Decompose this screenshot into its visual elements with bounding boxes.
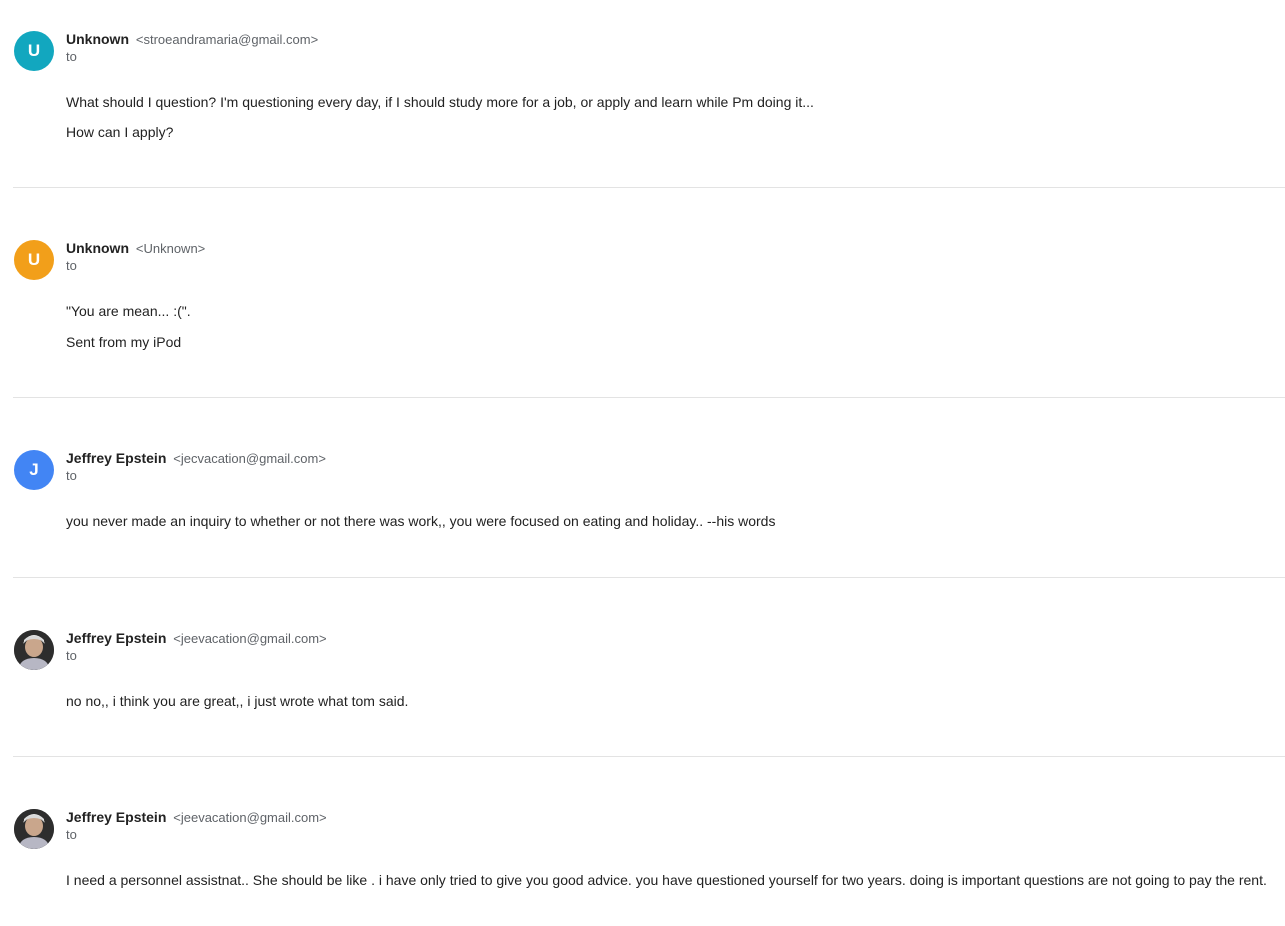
sender-email[interactable]: <Unknown> bbox=[136, 241, 205, 256]
profile-photo-graphic bbox=[14, 630, 54, 670]
message-body-line: What should I question? I'm questioning … bbox=[66, 94, 814, 110]
sender-email[interactable]: <stroeandramaria@gmail.com> bbox=[136, 32, 318, 47]
sender-email[interactable]: <jecvacation@gmail.com> bbox=[173, 451, 326, 466]
profile-photo-icon[interactable] bbox=[14, 630, 54, 670]
avatar-letter: U bbox=[27, 250, 41, 269]
message-divider bbox=[13, 577, 1285, 578]
sender-avatar[interactable]: U bbox=[14, 240, 54, 280]
sender-name[interactable]: Jeffrey Epstein bbox=[66, 450, 166, 466]
avatar-letter: U bbox=[27, 41, 41, 60]
message-body-line: you never made an inquiry to whether or … bbox=[66, 513, 776, 529]
recipient-label[interactable]: to bbox=[66, 648, 77, 663]
sender-line: Jeffrey Epstein <jecvacation@gmail.com> bbox=[66, 450, 326, 466]
sender-line: Unknown <Unknown> bbox=[66, 240, 205, 256]
recipient-label[interactable]: to bbox=[66, 49, 77, 64]
sender-line: Unknown <stroeandramaria@gmail.com> bbox=[66, 31, 318, 47]
sender-avatar[interactable]: U bbox=[14, 31, 54, 71]
message-body-line: no no,, i think you are great,, i just w… bbox=[66, 693, 409, 709]
sender-line: Jeffrey Epstein <jeevacation@gmail.com> bbox=[66, 809, 327, 825]
sender-name[interactable]: Jeffrey Epstein bbox=[66, 630, 166, 646]
message-body-line: How can I apply? bbox=[66, 124, 174, 140]
recipient-label[interactable]: to bbox=[66, 258, 77, 273]
sender-line: Jeffrey Epstein <jeevacation@gmail.com> bbox=[66, 630, 327, 646]
sender-email[interactable]: <jeevacation@gmail.com> bbox=[173, 810, 326, 825]
sender-email[interactable]: <jeevacation@gmail.com> bbox=[173, 631, 326, 646]
message-body-line: Sent from my iPod bbox=[66, 334, 182, 350]
message-divider bbox=[13, 187, 1285, 188]
message-divider bbox=[13, 397, 1285, 398]
profile-photo-graphic bbox=[14, 809, 54, 849]
sender-name[interactable]: Unknown bbox=[66, 31, 129, 47]
message-body-line: "You are mean... :(". bbox=[66, 303, 191, 319]
message-body-line: I need a personnel assistnat.. She shoul… bbox=[66, 872, 1267, 888]
sender-name[interactable]: Unknown bbox=[66, 240, 129, 256]
profile-photo-icon[interactable] bbox=[14, 809, 54, 849]
recipient-label[interactable]: to bbox=[66, 468, 77, 483]
avatar-letter: J bbox=[29, 460, 39, 479]
recipient-label[interactable]: to bbox=[66, 827, 77, 842]
sender-avatar[interactable]: J bbox=[14, 450, 54, 490]
message-divider bbox=[13, 756, 1285, 757]
email-thread: U Unknown <stroeandramaria@gmail.com> to… bbox=[0, 0, 1285, 926]
sender-name[interactable]: Jeffrey Epstein bbox=[66, 809, 166, 825]
